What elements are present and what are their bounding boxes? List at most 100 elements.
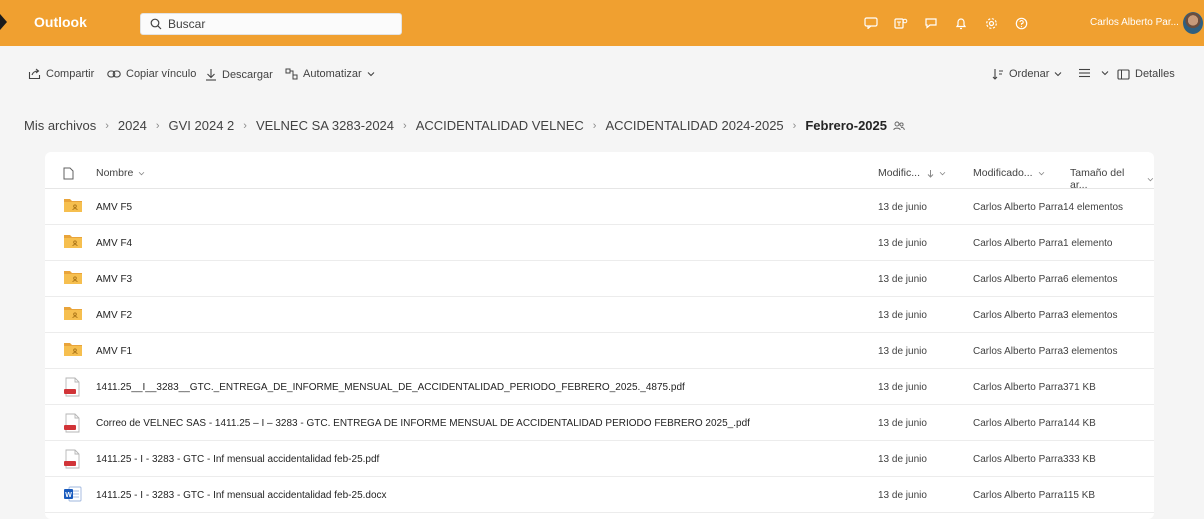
modified-date: 13 de junio (878, 490, 927, 501)
breadcrumb-item[interactable]: ACCIDENTALIDAD 2024-2025 (605, 118, 783, 133)
top-bar: Outlook Buscar Carlos Alberto Par... (0, 0, 1204, 46)
modified-date: 13 de junio (878, 202, 927, 213)
modified-column-header[interactable]: Modific... (878, 167, 946, 179)
chevron-right-icon: › (155, 119, 160, 132)
shared-people-icon (893, 121, 905, 130)
file-size: 333 KB (1063, 454, 1096, 465)
breadcrumb: Mis archivos › 2024 › GVI 2024 2 › VELNEC S… (24, 118, 905, 133)
modified-by-column-header[interactable]: Modificado... (973, 167, 1045, 179)
app-name[interactable]: Outlook (34, 14, 87, 30)
breadcrumb-item[interactable]: GVI 2024 2 (169, 118, 235, 133)
share-label: Compartir (46, 68, 95, 80)
gear-icon[interactable] (978, 14, 1004, 32)
view-options-button[interactable] (1078, 68, 1114, 78)
file-name[interactable]: 1411.25__I__3283__GTC._ENTREGA_DE_INFORM… (96, 382, 685, 393)
size-column-header[interactable]: Tamaño del ar... (1070, 167, 1154, 191)
file-name[interactable]: AMV F3 (96, 274, 132, 285)
pdf-file-icon (63, 449, 81, 472)
teams-icon[interactable] (888, 14, 914, 32)
details-pane-icon (1117, 68, 1130, 80)
folder-row[interactable]: AMV F5 13 de junio Carlos Alberto Parra … (45, 189, 1154, 225)
user-name[interactable]: Carlos Alberto Par... (1090, 17, 1179, 28)
file-size: 3 elementos (1063, 310, 1118, 321)
search-icon (150, 18, 162, 30)
modified-date: 13 de junio (878, 238, 927, 249)
search-box[interactable]: Buscar (140, 13, 402, 35)
file-size: 3 elementos (1063, 346, 1118, 357)
chevron-right-icon: › (105, 119, 109, 132)
modified-by: Carlos Alberto Parra (973, 490, 1063, 501)
file-name[interactable]: Correo de VELNEC SAS - 1411.25 – I – 328… (96, 418, 750, 429)
app-launcher-edge[interactable] (0, 0, 10, 46)
sort-button[interactable]: Ordenar (992, 68, 1067, 80)
shared-folder-icon (63, 269, 83, 288)
name-column-header[interactable]: Nombre (96, 167, 145, 179)
file-name[interactable]: AMV F4 (96, 238, 132, 249)
chevron-down-icon (1101, 71, 1109, 76)
chevron-right-icon: › (792, 119, 797, 132)
chevron-right-icon: › (403, 119, 407, 132)
pdf-file-icon (63, 413, 81, 436)
word-file-icon: W (63, 485, 83, 506)
file-type-icon (63, 167, 74, 180)
file-name[interactable]: AMV F5 (96, 202, 132, 213)
meet-now-icon[interactable] (858, 14, 884, 32)
share-button[interactable]: Compartir (28, 68, 94, 80)
modified-by: Carlos Alberto Parra (973, 454, 1063, 465)
breadcrumb-item[interactable]: 2024 (118, 118, 147, 133)
chevron-down-icon (939, 171, 946, 175)
shared-folder-icon (63, 341, 83, 360)
file-name[interactable]: 1411.25 - I - 3283 - GTC - Inf mensual a… (96, 454, 379, 465)
breadcrumb-item[interactable]: Mis archivos (24, 118, 96, 133)
details-button[interactable]: Detalles (1117, 68, 1175, 80)
modified-date: 13 de junio (878, 310, 927, 321)
file-row[interactable]: 1411.25__I__3283__GTC._ENTREGA_DE_INFORM… (45, 369, 1154, 405)
shared-folder-icon (63, 233, 83, 252)
modified-by: Carlos Alberto Parra (973, 418, 1063, 429)
modified-header-label: Modific... (878, 167, 921, 179)
copy-link-button[interactable]: Copiar vínculo (107, 68, 196, 80)
automate-button[interactable]: Automatizar (285, 68, 380, 80)
sort-icon (992, 69, 1003, 80)
file-size: 371 KB (1063, 382, 1096, 393)
list-header: Nombre Modific... Modificado... Tamaño d… (45, 152, 1154, 191)
file-size: 144 KB (1063, 418, 1096, 429)
folder-row[interactable]: AMV F2 13 de junio Carlos Alberto Parra … (45, 297, 1154, 333)
link-icon (107, 70, 121, 78)
chevron-down-icon (139, 171, 145, 175)
file-row[interactable]: Correo de VELNEC SAS - 1411.25 – I – 328… (45, 405, 1154, 441)
file-row[interactable]: 1411.25 - I - 3283 - GTC - Inf mensual a… (45, 441, 1154, 477)
sort-down-arrow-icon (927, 169, 934, 178)
chat-icon[interactable] (918, 14, 944, 32)
download-button[interactable]: Descargar (205, 68, 273, 81)
file-type-header[interactable] (63, 167, 74, 180)
shared-folder-icon (63, 305, 83, 324)
modified-by: Carlos Alberto Parra (973, 202, 1063, 213)
folder-row[interactable]: AMV F3 13 de junio Carlos Alberto Parra … (45, 261, 1154, 297)
help-icon[interactable] (1008, 14, 1034, 32)
search-placeholder: Buscar (168, 17, 206, 31)
svg-text:W: W (65, 492, 72, 499)
file-row[interactable]: W 1411.25 - I - 3283 - GTC - Inf mensual… (45, 477, 1154, 513)
file-list: Nombre Modific... Modificado... Tamaño d… (45, 152, 1154, 519)
modified-by: Carlos Alberto Parra (973, 346, 1063, 357)
file-name[interactable]: AMV F1 (96, 346, 132, 357)
bell-icon[interactable] (948, 14, 974, 32)
folder-row[interactable]: AMV F1 13 de junio Carlos Alberto Parra … (45, 333, 1154, 369)
file-size: 6 elementos (1063, 274, 1118, 285)
file-size: 115 KB (1063, 490, 1096, 501)
modified-date: 13 de junio (878, 418, 927, 429)
folder-row[interactable]: AMV F4 13 de junio Carlos Alberto Parra … (45, 225, 1154, 261)
automate-icon (285, 68, 298, 80)
avatar[interactable] (1183, 12, 1203, 34)
breadcrumb-item[interactable]: VELNEC SA 3283-2024 (256, 118, 394, 133)
modified-date: 13 de junio (878, 454, 927, 465)
chevron-right-icon: › (592, 119, 597, 132)
breadcrumb-item[interactable]: ACCIDENTALIDAD VELNEC (416, 118, 584, 133)
download-label: Descargar (222, 68, 273, 81)
share-icon (28, 68, 41, 80)
modified-by-header-label: Modificado... (973, 167, 1033, 179)
file-name[interactable]: 1411.25 - I - 3283 - GTC - Inf mensual a… (96, 490, 387, 501)
file-name[interactable]: AMV F2 (96, 310, 132, 321)
sort-label: Ordenar (1009, 68, 1050, 80)
